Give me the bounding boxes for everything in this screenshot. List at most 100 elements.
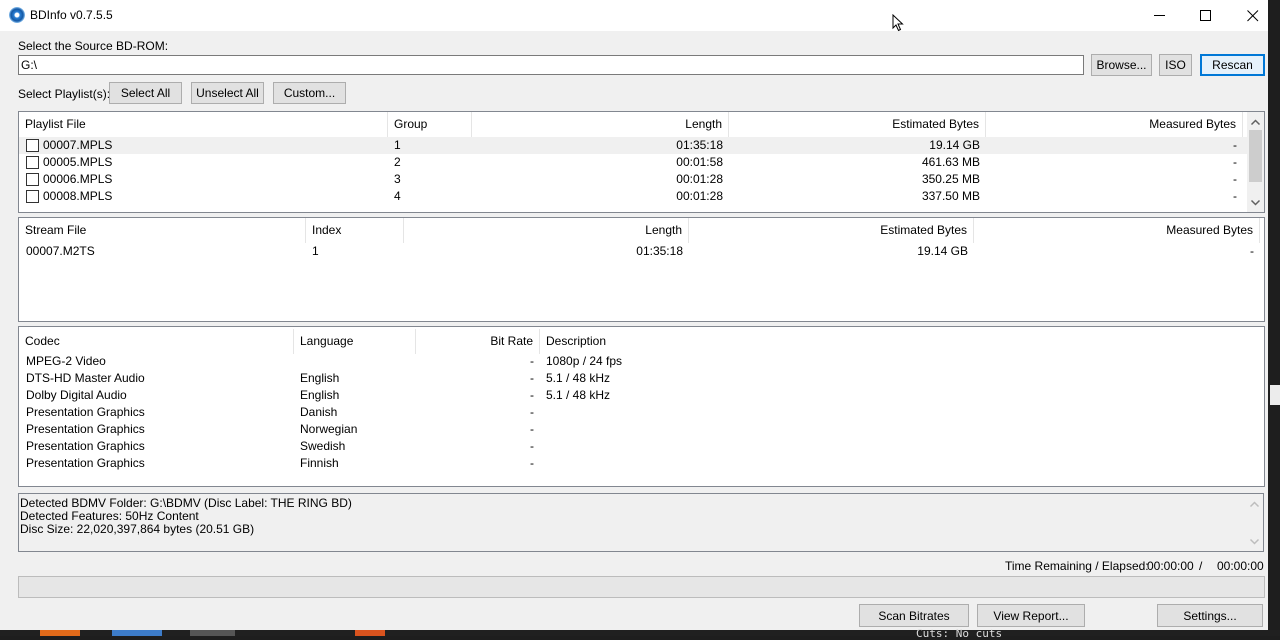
scroll-up-icon[interactable] <box>1250 117 1261 128</box>
codec-language-cell <box>294 353 416 370</box>
select-all-button[interactable]: Select All <box>109 82 182 104</box>
minimize-icon <box>1154 15 1165 16</box>
codec-name-cell: MPEG-2 Video <box>26 354 106 368</box>
codec-language-cell: Finnish <box>300 456 339 470</box>
codec-header-bitrate[interactable]: Bit Rate <box>416 329 540 354</box>
stream-row[interactable]: 00007.M2TS 1 01:35:18 19.14 GB - <box>19 243 1264 260</box>
playlist-scrollbar[interactable] <box>1247 112 1264 212</box>
codec-description-cell: 1080p / 24 fps <box>546 354 623 368</box>
playlist-header-file[interactable]: Playlist File <box>19 112 388 137</box>
stream-index-cell: 1 <box>312 244 319 258</box>
codec-row[interactable]: Presentation Graphics Swedish - <box>19 438 1264 455</box>
playlist-list[interactable]: Playlist File Group Length Estimated Byt… <box>18 111 1265 213</box>
playlist-measured-cell: - <box>1233 138 1237 152</box>
playlist-header-measured[interactable]: Measured Bytes <box>986 112 1243 137</box>
codec-header-codec[interactable]: Codec <box>19 329 294 354</box>
codec-row[interactable]: Presentation Graphics Norwegian - <box>19 421 1264 438</box>
scroll-up-icon[interactable] <box>1249 499 1260 510</box>
playlist-group-cell: 3 <box>394 172 401 186</box>
playlist-estimated-cell: 19.14 GB <box>929 138 980 152</box>
codec-description-cell: 5.1 / 48 kHz <box>546 388 611 402</box>
playlist-header-group[interactable]: Group <box>388 112 472 137</box>
maximize-icon <box>1200 10 1211 21</box>
playlist-scroll-thumb[interactable] <box>1249 130 1262 182</box>
playlist-file-cell: 00005.MPLS <box>43 155 113 169</box>
view-report-button[interactable]: View Report... <box>977 604 1085 627</box>
playlist-estimated-cell: 337.50 MB <box>921 189 980 203</box>
playlist-row[interactable]: 00006.MPLS 3 00:01:28 350.25 MB - <box>19 171 1264 188</box>
taskbar-app-4[interactable] <box>355 630 385 636</box>
codec-bitrate-cell: - <box>530 405 534 419</box>
codec-bitrate-cell: - <box>530 388 534 402</box>
stream-header-index[interactable]: Index <box>306 218 404 243</box>
playlist-row[interactable]: 00007.MPLS 1 01:35:18 19.14 GB - <box>19 137 1264 154</box>
stream-list-header: Stream File Index Length Estimated Bytes… <box>19 218 1264 243</box>
maximize-button[interactable] <box>1183 0 1229 31</box>
stream-header-measured[interactable]: Measured Bytes <box>974 218 1260 243</box>
codec-language-cell: Norwegian <box>300 422 358 436</box>
scan-bitrates-button[interactable]: Scan Bitrates <box>859 604 969 627</box>
scan-log[interactable]: Detected BDMV Folder: G:\BDMV (Disc Labe… <box>18 493 1264 552</box>
playlist-group-cell: 4 <box>394 189 401 203</box>
codec-row[interactable]: Presentation Graphics Finnish - <box>19 455 1264 472</box>
mouse-cursor-icon <box>892 14 904 32</box>
title-bar[interactable]: BDInfo v0.7.5.5 <box>0 0 1268 32</box>
playlist-length-cell: 01:35:18 <box>676 138 723 152</box>
background-window-edge <box>1270 385 1280 405</box>
codec-row[interactable]: DTS-HD Master Audio English - 5.1 / 48 k… <box>19 370 1264 387</box>
codec-list[interactable]: Codec Language Bit Rate Description MPEG… <box>18 326 1265 487</box>
background-desktop <box>1268 0 1280 630</box>
codec-description-cell: 5.1 / 48 kHz <box>546 371 611 385</box>
playlist-header-length[interactable]: Length <box>472 112 729 137</box>
stream-list[interactable]: Stream File Index Length Estimated Bytes… <box>18 217 1265 322</box>
stream-header-estimated[interactable]: Estimated Bytes <box>689 218 974 243</box>
codec-bitrate-cell: - <box>530 354 534 368</box>
playlist-measured-cell: - <box>1233 189 1237 203</box>
codec-header-description[interactable]: Description <box>540 329 1264 354</box>
rescan-button[interactable]: Rescan <box>1200 54 1265 76</box>
codec-name-cell: Dolby Digital Audio <box>26 388 127 402</box>
time-remaining-value: 00:00:00 <box>1147 559 1194 573</box>
codec-list-header: Codec Language Bit Rate Description <box>19 329 1264 354</box>
playlist-row[interactable]: 00008.MPLS 4 00:01:28 337.50 MB - <box>19 188 1264 205</box>
codec-bitrate-cell: - <box>530 371 534 385</box>
scroll-down-icon[interactable] <box>1249 536 1260 547</box>
codec-bitrate-cell: - <box>530 422 534 436</box>
codec-row[interactable]: MPEG-2 Video - 1080p / 24 fps <box>19 353 1264 370</box>
background-terminal-text: Cuts: No cuts <box>916 627 1003 640</box>
stream-estimated-cell: 19.14 GB <box>917 244 968 258</box>
codec-language-cell: English <box>300 388 340 402</box>
codec-row[interactable]: Presentation Graphics Danish - <box>19 404 1264 421</box>
iso-button[interactable]: ISO <box>1159 54 1192 76</box>
taskbar-app-2[interactable] <box>112 630 162 636</box>
codec-header-language[interactable]: Language <box>294 329 416 354</box>
playlist-group-cell: 2 <box>394 155 401 169</box>
playlist-row[interactable]: 00005.MPLS 2 00:01:58 461.63 MB - <box>19 154 1264 171</box>
settings-button[interactable]: Settings... <box>1157 604 1263 627</box>
custom-button[interactable]: Custom... <box>273 82 346 104</box>
browse-button[interactable]: Browse... <box>1091 54 1152 76</box>
taskbar-app-1[interactable] <box>40 630 80 636</box>
playlist-estimated-cell: 350.25 MB <box>921 172 980 186</box>
playlist-length-cell: 00:01:28 <box>676 172 723 186</box>
codec-row[interactable]: Dolby Digital Audio English - 5.1 / 48 k… <box>19 387 1264 404</box>
log-scrollbar[interactable] <box>1246 494 1263 551</box>
scroll-down-icon[interactable] <box>1250 197 1261 208</box>
bdinfo-disc-icon <box>9 7 25 23</box>
select-playlists-label: Select Playlist(s): <box>18 87 111 101</box>
close-icon <box>1247 10 1259 22</box>
minimize-button[interactable] <box>1137 0 1183 31</box>
stream-header-length[interactable]: Length <box>404 218 689 243</box>
taskbar-app-3[interactable] <box>190 630 235 636</box>
codec-name-cell: Presentation Graphics <box>26 422 145 436</box>
unselect-all-button[interactable]: Unselect All <box>191 82 264 104</box>
stream-header-file[interactable]: Stream File <box>19 218 306 243</box>
codec-language-cell: Danish <box>300 405 338 419</box>
codec-description-cell <box>540 404 940 421</box>
playlist-length-cell: 00:01:58 <box>676 155 723 169</box>
log-line: Disc Size: 22,020,397,864 bytes (20.51 G… <box>20 522 255 536</box>
time-remaining-label: Time Remaining / Elapsed: <box>1005 559 1149 573</box>
source-path-input[interactable] <box>18 55 1084 75</box>
playlist-header-estimated[interactable]: Estimated Bytes <box>729 112 986 137</box>
source-label: Select the Source BD-ROM: <box>18 39 169 53</box>
